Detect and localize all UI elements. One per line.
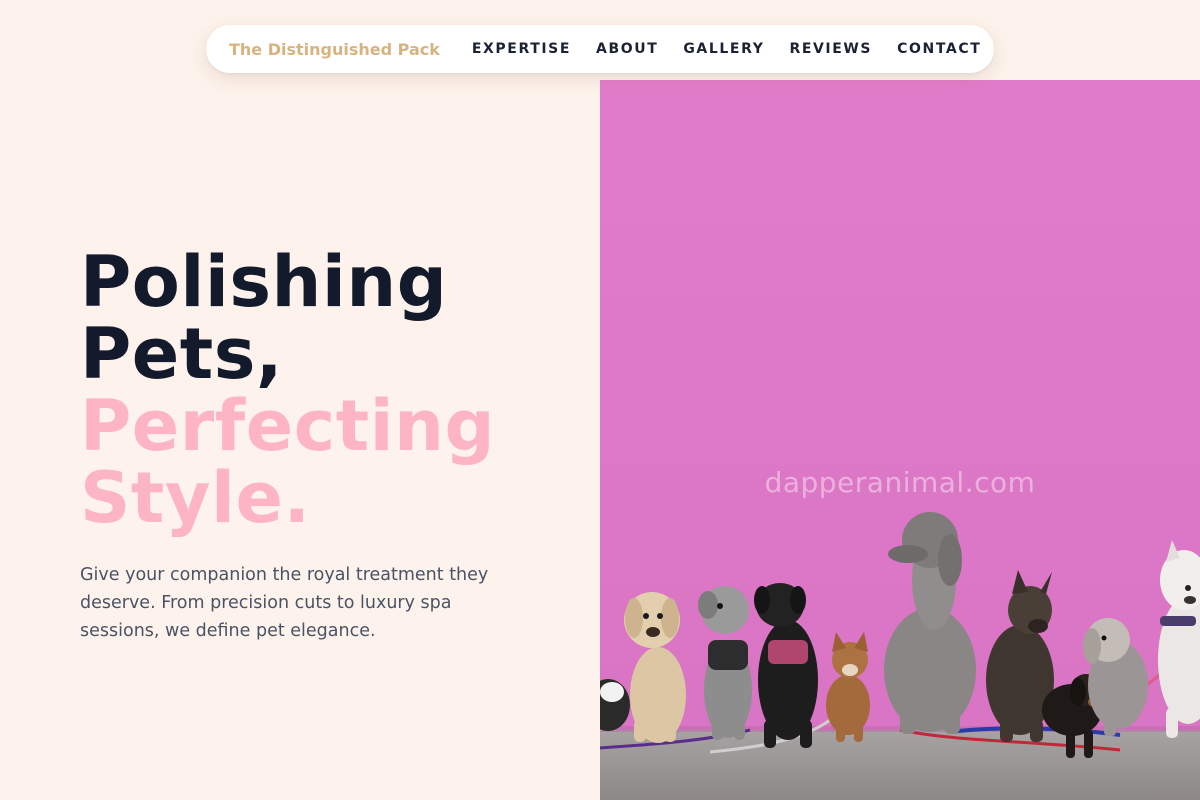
nav-link-reviews[interactable]: REVIEWS — [789, 41, 872, 57]
hero-title-accent-line-2: Style. — [80, 457, 311, 539]
hero-title: Polishing Pets, Perfecting Style. — [80, 246, 580, 534]
nav-link-contact[interactable]: CONTACT — [897, 41, 981, 57]
nav-link-gallery[interactable]: GALLERY — [683, 41, 764, 57]
hero-title-accent-line-1: Perfecting — [80, 385, 496, 467]
nav-links: EXPERTISE ABOUT GALLERY REVIEWS CONTACT — [472, 41, 981, 57]
dogs-illustration — [600, 80, 1200, 800]
landing-page: The Distinguished Pack EXPERTISE ABOUT G… — [0, 0, 1200, 800]
hero-title-line-2: Pets, — [80, 313, 283, 395]
hero-subtitle: Give your companion the royal treatment … — [80, 565, 489, 641]
nav-link-expertise[interactable]: EXPERTISE — [472, 41, 571, 57]
nav-link-about[interactable]: ABOUT — [596, 41, 658, 57]
brand-logo-text[interactable]: The Distinguished Pack — [229, 40, 440, 59]
hero-title-line-1: Polishing — [80, 241, 448, 323]
image-watermark: dapperanimal.com — [764, 466, 1036, 499]
hero-photo-dogs-pink-wall: dapperanimal.com — [600, 80, 1200, 800]
top-navigation: The Distinguished Pack EXPERTISE ABOUT G… — [206, 25, 994, 73]
